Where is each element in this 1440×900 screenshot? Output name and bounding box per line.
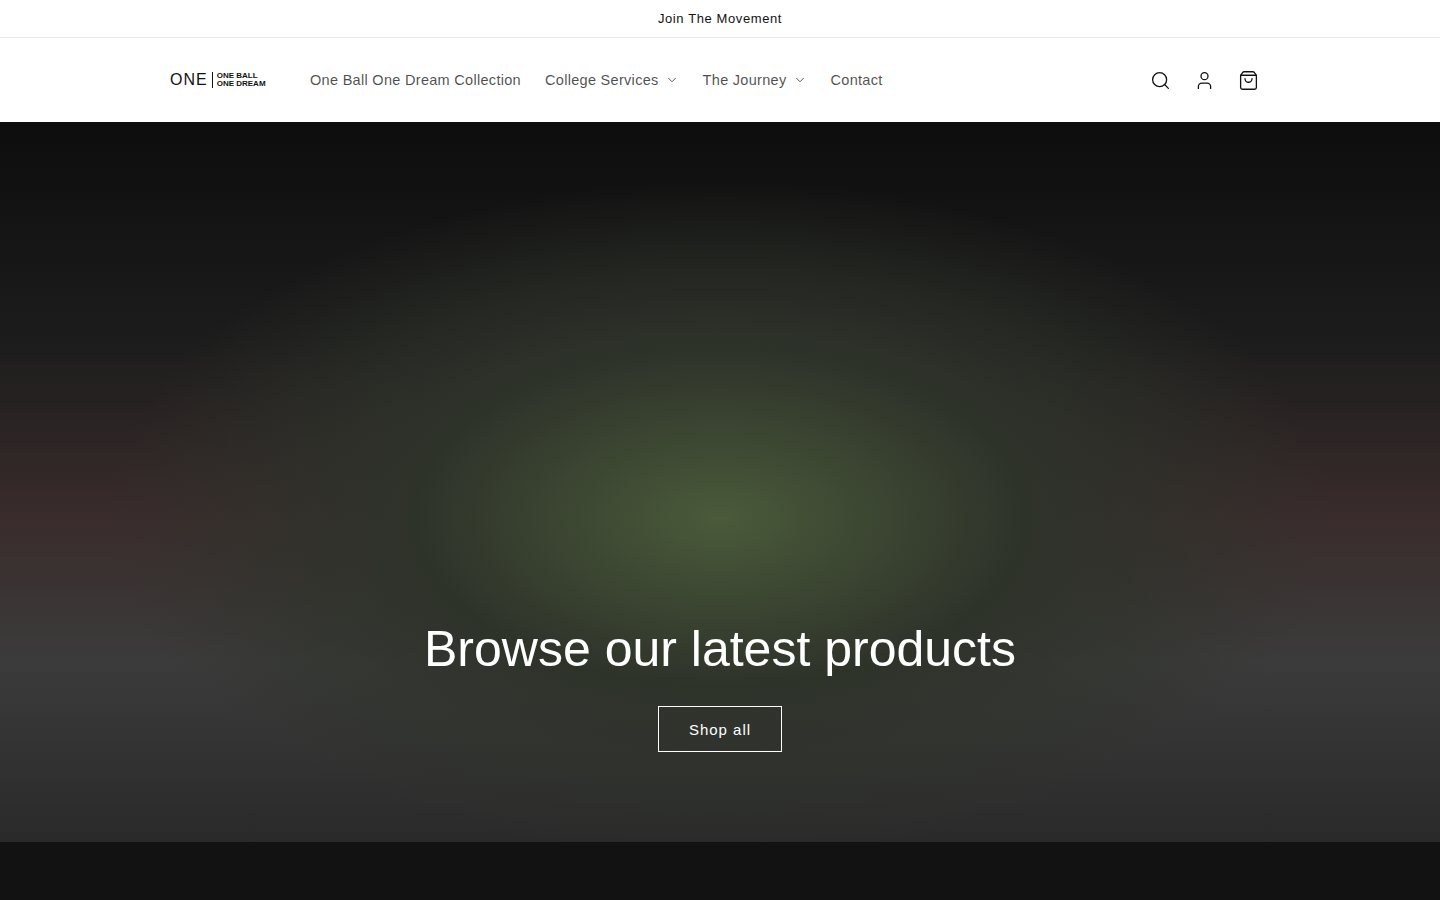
hero-banner: Browse our latest products Shop all	[0, 122, 1440, 842]
nav-item[interactable]: College Services	[535, 64, 689, 96]
account-icon	[1194, 70, 1215, 91]
nav-item[interactable]: Contact	[821, 64, 893, 96]
search-icon	[1150, 70, 1171, 91]
header-icons	[1138, 58, 1270, 102]
logo[interactable]: ONEONE BALLONE DREAM	[170, 72, 300, 89]
header: ONEONE BALLONE DREAMOne Ball One Dream C…	[0, 38, 1440, 122]
announcement-bar[interactable]: Join The Movement	[0, 0, 1440, 38]
account-button[interactable]	[1182, 58, 1226, 102]
shop-all-button[interactable]: Shop all	[658, 706, 782, 752]
main-nav: One Ball One Dream CollectionCollege Ser…	[300, 64, 1138, 96]
cart-icon	[1238, 70, 1259, 91]
hero-heading: Browse our latest products	[424, 620, 1016, 678]
cart-button[interactable]	[1226, 58, 1270, 102]
nav-item[interactable]: The Journey	[693, 64, 817, 96]
logo-text: ONE BALLONE DREAM	[217, 72, 266, 89]
dark-section	[0, 842, 1440, 900]
page: Join The MovementONEONE BALLONE DREAMOne…	[0, 0, 1440, 900]
chevron-down-icon	[793, 73, 807, 87]
logo-mark: ONE	[170, 72, 213, 88]
nav-item[interactable]: One Ball One Dream Collection	[300, 64, 531, 96]
chevron-down-icon	[665, 73, 679, 87]
search-button[interactable]	[1138, 58, 1182, 102]
